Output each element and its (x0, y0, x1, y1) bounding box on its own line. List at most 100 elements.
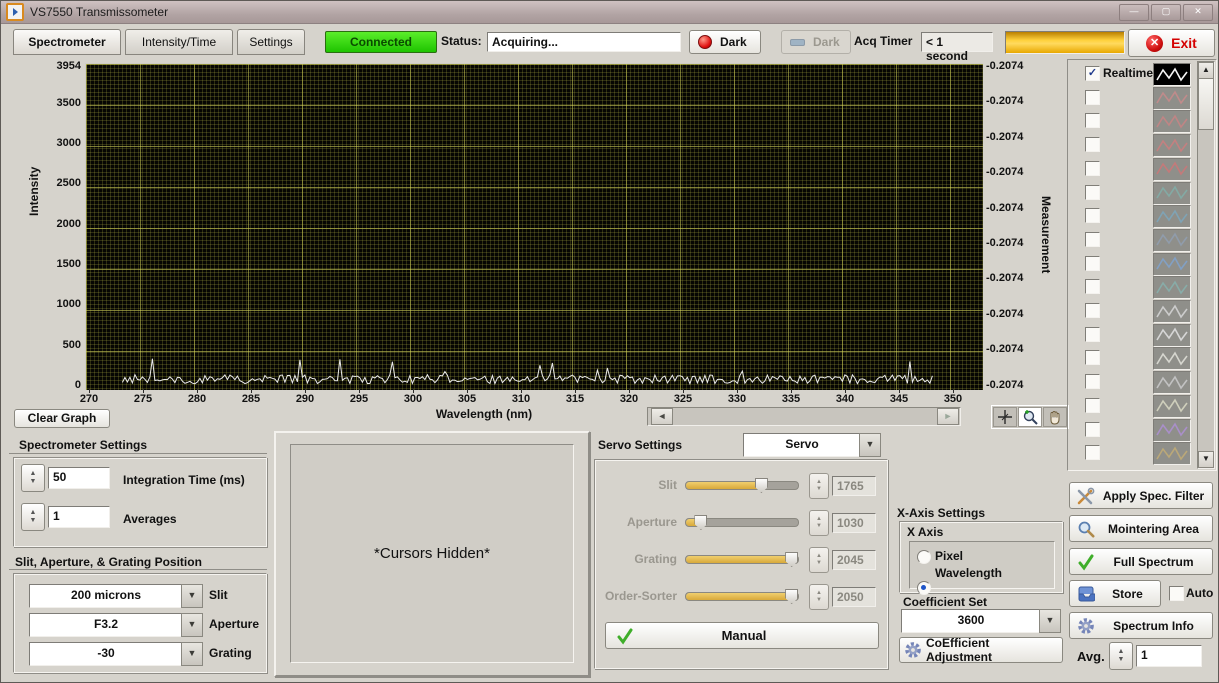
store-button[interactable]: Store (1069, 580, 1161, 607)
legend-checkbox[interactable] (1085, 326, 1100, 342)
legend-checkbox[interactable] (1085, 184, 1100, 200)
legend-checkbox[interactable] (1085, 208, 1100, 224)
waveform-icon[interactable] (1153, 394, 1191, 418)
waveform-icon[interactable] (1153, 110, 1191, 134)
coefficient-set-dropdown[interactable]: 3600 (901, 609, 1041, 633)
position-dropdown-aperture[interactable]: F3.2 (29, 613, 183, 637)
legend-checkbox[interactable] (1085, 89, 1100, 105)
servo-mode-dropdown[interactable]: Servo (743, 433, 861, 457)
spinner-arrows-icon[interactable]: ▲ ▼ (21, 503, 45, 531)
spinner-arrows-icon[interactable]: ▲ ▼ (809, 547, 829, 573)
legend-checkbox[interactable] (1085, 137, 1100, 153)
spinner-arrows-icon[interactable]: ▲ ▼ (809, 473, 829, 499)
cursor-tool-icon[interactable] (993, 407, 1017, 427)
servo-slider-aperture[interactable] (685, 515, 799, 530)
full-spectrum-button[interactable]: Full Spectrum (1069, 548, 1213, 575)
servo-value-spinner[interactable]: ▲ ▼ 2045 (809, 547, 876, 573)
legend-checkbox[interactable] (1085, 421, 1100, 437)
waveform-icon[interactable] (1153, 252, 1191, 276)
tab-spectrometer[interactable]: Spectrometer (13, 29, 121, 55)
exit-button[interactable]: ✕ Exit (1128, 29, 1215, 57)
legend-checkbox[interactable] (1085, 279, 1100, 295)
dark-button[interactable]: Dark (689, 30, 761, 54)
dropdown-arrow-icon[interactable]: ▼ (181, 613, 203, 637)
servo-mode-dropdown-arrow-icon[interactable]: ▼ (859, 433, 881, 457)
legend-checkbox[interactable] (1085, 255, 1100, 271)
servo-value-spinner[interactable]: ▲ ▼ 1030 (809, 510, 876, 536)
spectrum-plot[interactable] (85, 63, 983, 390)
close-button[interactable]: ✕ (1183, 3, 1213, 21)
waveform-icon[interactable] (1153, 181, 1191, 205)
radio-pixel[interactable] (917, 550, 931, 564)
legend-scroll-up-icon[interactable]: ▲ (1198, 62, 1214, 79)
legend-checkbox[interactable] (1085, 397, 1100, 413)
waveform-icon[interactable] (1153, 63, 1191, 86)
waveform-icon[interactable] (1153, 157, 1191, 181)
servo-value-order-sorter[interactable]: 2050 (832, 587, 876, 607)
legend-checkbox[interactable] (1085, 113, 1100, 129)
legend-checkbox[interactable] (1085, 350, 1100, 366)
waveform-icon[interactable] (1153, 442, 1191, 466)
averages-spinner[interactable]: ▲ ▼ 1 (21, 503, 110, 531)
maximize-button[interactable]: ▢ (1151, 3, 1181, 21)
minimize-button[interactable]: — (1119, 3, 1149, 21)
position-dropdown-slit[interactable]: 200 microns (29, 584, 183, 608)
dropdown-arrow-icon[interactable]: ▼ (181, 642, 203, 666)
averages-value[interactable]: 1 (48, 506, 110, 528)
coefficient-adjustment-button[interactable]: CoEfficient Adjustment (899, 636, 1063, 664)
zoom-tool-icon[interactable] (1018, 407, 1042, 427)
servo-value-slit[interactable]: 1765 (832, 476, 876, 496)
legend-checkbox[interactable] (1085, 374, 1100, 390)
position-dropdown-grating[interactable]: -30 (29, 642, 183, 666)
waveform-icon[interactable] (1153, 371, 1191, 395)
scroll-right-button[interactable]: ► (937, 408, 959, 425)
legend-scrollbar[interactable]: ▲ ▼ (1197, 61, 1215, 469)
spectrum-info-button[interactable]: Spectrum Info (1069, 612, 1213, 639)
servo-slider-slit[interactable] (685, 478, 799, 493)
scroll-left-button[interactable]: ◄ (651, 408, 673, 425)
waveform-icon[interactable] (1153, 323, 1191, 347)
servo-value-aperture[interactable]: 1030 (832, 513, 876, 533)
coefficient-dropdown-arrow-icon[interactable]: ▼ (1039, 609, 1061, 633)
spinner-arrows-icon[interactable]: ▲ ▼ (809, 584, 829, 610)
mointering-area-button[interactable]: Mointering Area (1069, 515, 1213, 542)
spinner-arrows-icon[interactable]: ▲ ▼ (1109, 642, 1133, 670)
legend-row (1069, 204, 1191, 229)
legend-checkbox[interactable] (1085, 303, 1100, 318)
waveform-icon[interactable] (1153, 228, 1191, 252)
integration-time-value[interactable]: 50 (48, 467, 110, 489)
waveform-icon[interactable] (1153, 205, 1191, 229)
servo-value-spinner[interactable]: ▲ ▼ 2050 (809, 584, 876, 610)
waveform-icon[interactable] (1153, 276, 1191, 300)
graph-h-scrollbar[interactable] (647, 407, 961, 426)
integration-time-spinner[interactable]: ▲ ▼ 50 (21, 464, 110, 492)
servo-slider-grating[interactable] (685, 552, 799, 567)
legend-checkbox[interactable] (1085, 445, 1100, 461)
manual-button[interactable]: Manual (605, 622, 879, 649)
legend-checkbox[interactable]: ✓ (1085, 66, 1100, 81)
apply-spec-filter-button[interactable]: Apply Spec. Filter (1069, 482, 1213, 509)
waveform-icon[interactable] (1153, 134, 1191, 158)
servo-value-spinner[interactable]: ▲ ▼ 1765 (809, 473, 876, 499)
servo-value-grating[interactable]: 2045 (832, 550, 876, 570)
spinner-arrows-icon[interactable]: ▲ ▼ (21, 464, 45, 492)
avg-spinner[interactable]: ▲ ▼ 1 (1109, 642, 1202, 670)
waveform-icon[interactable] (1153, 300, 1191, 323)
radio-wavelength[interactable] (917, 581, 931, 595)
auto-checkbox[interactable] (1169, 586, 1184, 601)
legend-checkbox[interactable] (1085, 160, 1100, 176)
avg-value[interactable]: 1 (1136, 645, 1202, 667)
clear-graph-button[interactable]: Clear Graph (14, 409, 110, 428)
legend-scroll-down-icon[interactable]: ▼ (1198, 451, 1214, 468)
tab-settings[interactable]: Settings (237, 29, 305, 55)
pan-tool-icon[interactable] (1043, 407, 1067, 427)
tab-intensity-time[interactable]: Intensity/Time (125, 29, 233, 55)
legend-scroll-thumb[interactable] (1198, 78, 1214, 130)
dropdown-arrow-icon[interactable]: ▼ (181, 584, 203, 608)
legend-checkbox[interactable] (1085, 231, 1100, 247)
waveform-icon[interactable] (1153, 86, 1191, 110)
servo-slider-order-sorter[interactable] (685, 589, 799, 604)
waveform-icon[interactable] (1153, 347, 1191, 371)
waveform-icon[interactable] (1153, 418, 1191, 442)
spinner-arrows-icon[interactable]: ▲ ▼ (809, 510, 829, 536)
